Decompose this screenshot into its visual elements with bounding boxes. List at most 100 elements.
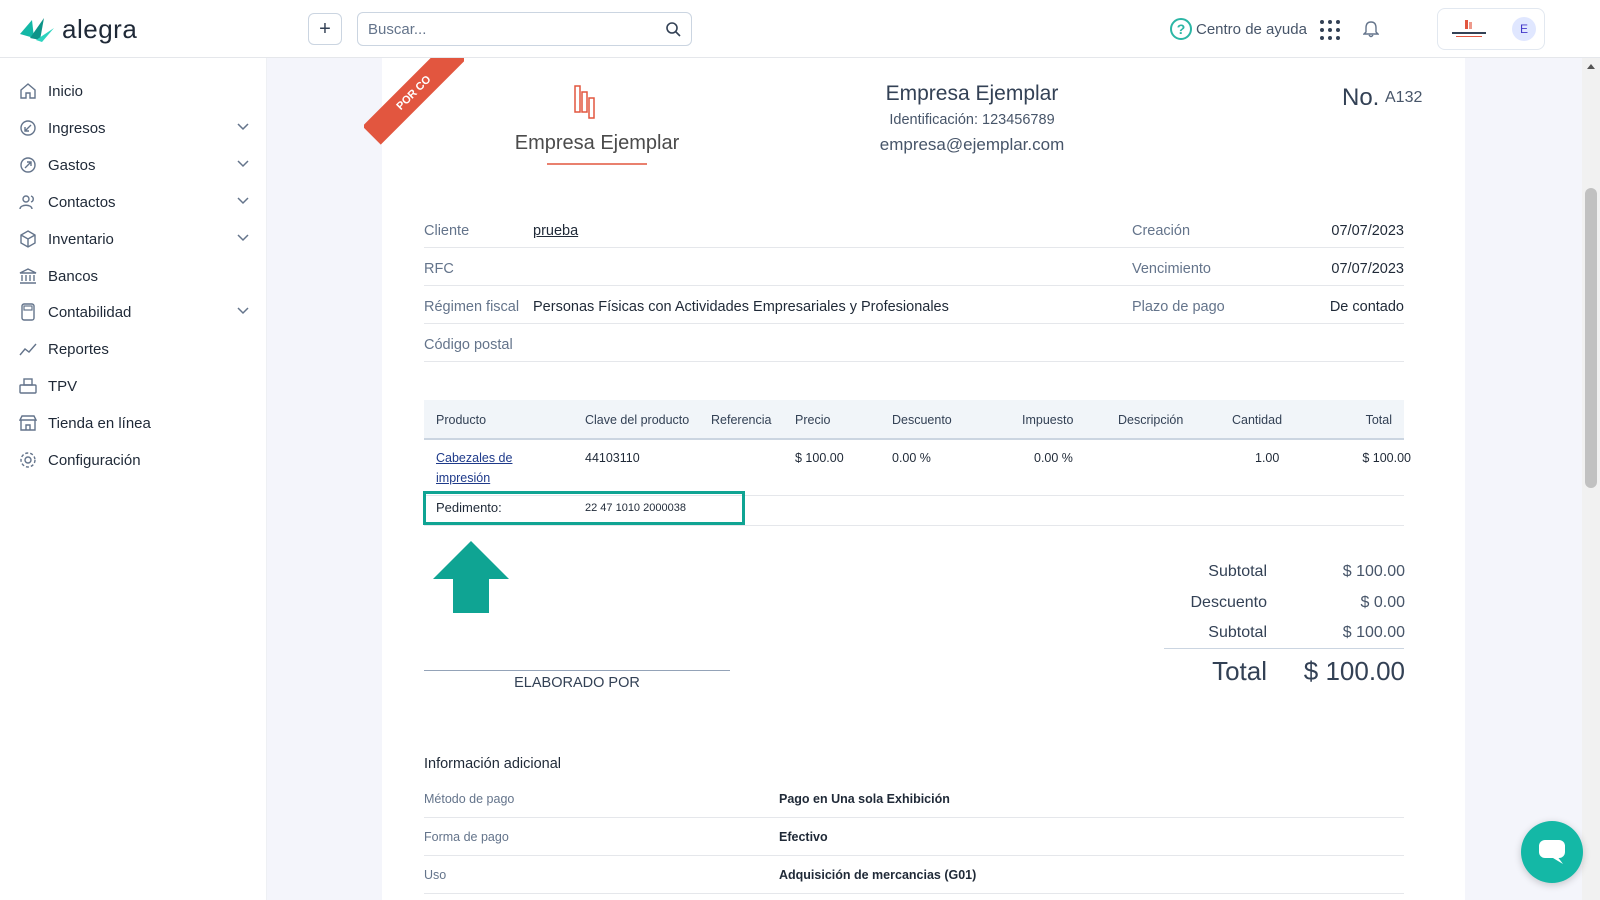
logo-text: alegra: [62, 14, 138, 44]
income-icon: [18, 118, 38, 138]
store-icon: [18, 413, 38, 433]
invoice-number: A132: [1385, 89, 1423, 106]
company-email: empresa@ejemplar.com: [879, 135, 1065, 154]
company-switcher[interactable]: E: [1437, 8, 1545, 50]
sidebar-item-reportes[interactable]: Reportes: [18, 334, 250, 364]
item-price: $ 100.00: [795, 451, 844, 465]
chevron-down-icon[interactable]: [236, 157, 250, 171]
subtotal-value: $ 100.00: [1342, 563, 1405, 580]
help-center-link[interactable]: ? Centro de ayuda: [1170, 18, 1307, 40]
company-logo: Empresa Ejemplar: [512, 82, 682, 172]
company-id: Identificación: 123456789: [889, 112, 1055, 128]
bell-icon[interactable]: [1363, 20, 1379, 38]
totals-divider: [1164, 648, 1404, 649]
sidebar-item-label: Inicio: [48, 82, 84, 100]
detail-key: Cliente: [424, 223, 470, 239]
additional-info-row: Uso Adquisición de mercancias (G01): [424, 856, 1404, 894]
ribbon-label: POR CO: [364, 58, 464, 145]
subtotal2-value: $ 100.00: [1342, 624, 1405, 641]
client-link[interactable]: prueba: [533, 223, 578, 239]
alegra-leaf-icon: [20, 17, 54, 42]
additional-info-title: Información adicional: [424, 756, 562, 772]
sidebar-item-inventario[interactable]: Inventario: [18, 224, 250, 254]
chevron-down-icon[interactable]: [236, 304, 250, 318]
sidebar-item-gastos[interactable]: Gastos: [18, 150, 250, 180]
detail-row: RFC Vencimiento 07/07/2023: [424, 248, 1404, 286]
scroll-up-icon[interactable]: [1587, 64, 1595, 69]
info-key: Uso: [424, 868, 447, 882]
item-total: $ 100.00: [1362, 451, 1411, 465]
sidebar-item-label: Contactos: [48, 193, 116, 211]
company-logo-text: Empresa Ejemplar: [514, 132, 680, 154]
search-input[interactable]: [368, 20, 665, 38]
sidebar-item-tienda[interactable]: Tienda en línea: [18, 408, 250, 438]
sidebar-item-contabilidad[interactable]: Contabilidad: [18, 297, 250, 327]
column-header: Precio: [795, 413, 831, 427]
chat-button[interactable]: [1521, 821, 1583, 883]
detail-value: Personas Físicas con Actividades Empresa…: [533, 299, 949, 315]
calculator-icon: [18, 302, 38, 322]
home-icon: [18, 81, 38, 101]
search-icon[interactable]: [665, 21, 681, 37]
add-button[interactable]: +: [308, 13, 342, 45]
subtotal2-label: Subtotal: [1208, 624, 1267, 641]
grand-total-value: $ 100.00: [1303, 656, 1405, 686]
detail-row: Código postal: [424, 324, 1404, 362]
chevron-down-icon[interactable]: [236, 120, 250, 134]
sidebar-item-label: Tienda en línea: [48, 414, 151, 432]
grand-total-label: Total: [1212, 656, 1267, 686]
sidebar-item-configuracion[interactable]: Configuración: [18, 445, 250, 475]
sidebar-item-tpv[interactable]: TPV: [18, 371, 250, 401]
info-key: Método de pago: [424, 792, 515, 806]
scrollbar[interactable]: [1582, 58, 1600, 900]
sidebar-item-label: TPV: [48, 377, 78, 395]
additional-info-row: Método de pago Pago en Una sola Exhibici…: [424, 780, 1404, 818]
sidebar-item-label: Contabilidad: [48, 303, 132, 321]
product-name-line1: Cabezales de: [436, 451, 513, 465]
sidebar-item-contactos[interactable]: Contactos: [18, 187, 250, 217]
apps-grid-icon[interactable]: [1320, 20, 1340, 40]
scroll-thumb[interactable]: [1585, 188, 1597, 488]
detail-value: 07/07/2023: [1331, 223, 1404, 239]
company-logo-thumbnail: [1452, 20, 1486, 37]
detail-value: De contado: [1329, 299, 1404, 315]
bank-icon: [18, 266, 38, 286]
detail-key: Régimen fiscal: [424, 299, 520, 315]
invoice-number-label: No.: [1342, 84, 1380, 111]
invoice-document: POR CO Empresa Ejemplar Empresa Ejemplar…: [364, 58, 1465, 900]
items-table-header: Producto Clave del producto Referencia P…: [424, 400, 1404, 440]
detail-key: RFC: [424, 261, 454, 277]
product-link[interactable]: Cabezales de impresión: [436, 448, 512, 488]
column-header: Referencia: [711, 413, 772, 427]
item-tax: 0.00 %: [1034, 451, 1073, 465]
sidebar: Inicio Ingresos Gastos Contactos Inventa…: [0, 58, 267, 900]
detail-row: Cliente prueba Creación 07/07/2023: [424, 210, 1404, 248]
sidebar-item-label: Gastos: [48, 156, 96, 174]
sidebar-item-bancos[interactable]: Bancos: [18, 261, 250, 291]
expense-icon: [18, 155, 38, 175]
item-quantity: 1.00: [1255, 451, 1280, 465]
contacts-icon: [18, 192, 38, 212]
sidebar-item-label: Configuración: [48, 451, 141, 469]
chat-bubble-icon: [1539, 840, 1565, 864]
detail-key: Vencimiento: [1132, 261, 1211, 277]
chevron-down-icon[interactable]: [236, 231, 250, 245]
search-bar: [357, 12, 692, 46]
detail-key: Creación: [1132, 223, 1191, 239]
pos-icon: [18, 376, 38, 396]
sidebar-item-inicio[interactable]: Inicio: [18, 76, 250, 106]
chevron-down-icon[interactable]: [236, 194, 250, 208]
sidebar-item-ingresos[interactable]: Ingresos: [18, 113, 250, 143]
column-header: Cantidad: [1232, 413, 1283, 427]
question-icon: ?: [1170, 18, 1192, 40]
item-discount: 0.00 %: [892, 451, 931, 465]
sidebar-item-label: Bancos: [48, 267, 99, 285]
detail-key: Plazo de pago: [1132, 299, 1225, 315]
alegra-logo[interactable]: alegra: [18, 14, 137, 45]
avatar[interactable]: E: [1512, 17, 1536, 41]
gear-icon: [18, 450, 38, 470]
main-content: POR CO Empresa Ejemplar Empresa Ejemplar…: [267, 58, 1582, 900]
sidebar-item-label: Inventario: [48, 230, 114, 248]
detail-value: 07/07/2023: [1331, 261, 1404, 277]
detail-key: Código postal: [424, 337, 513, 353]
